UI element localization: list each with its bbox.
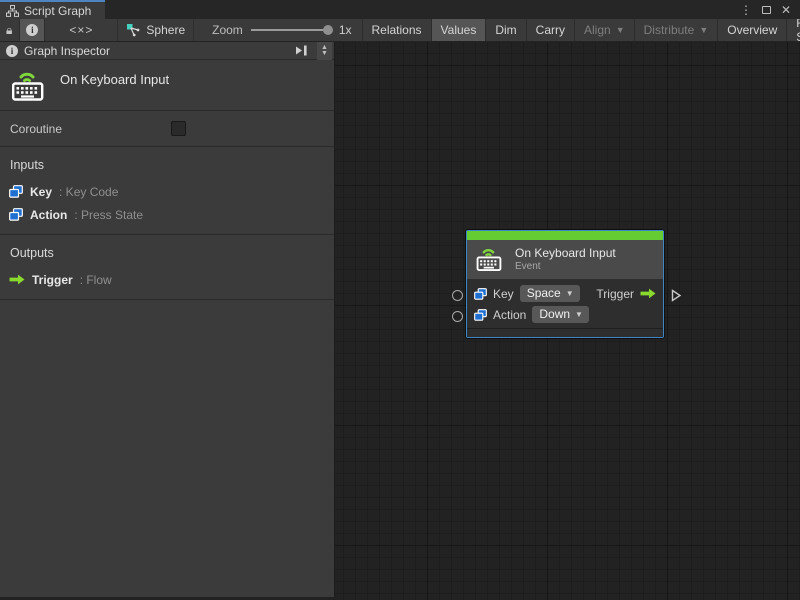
window-maximize-icon[interactable] — [758, 2, 774, 18]
output-name: Trigger — [32, 272, 73, 287]
inspector-spinner[interactable]: ▲ ▼ — [317, 41, 332, 60]
outputs-header: Outputs — [10, 246, 54, 260]
input-port-row-action: Action : Press State — [0, 203, 334, 226]
outputs-section: Outputs Trigger : Flow — [0, 235, 334, 300]
distribute-caret-icon: ▼ — [699, 25, 709, 35]
lock-button[interactable]: 🔒︎ — [0, 19, 21, 41]
zoom-label: Zoom — [212, 23, 243, 37]
node-header[interactable]: On Keyboard Input Event — [467, 240, 663, 279]
zoom-slider-handle[interactable] — [322, 25, 333, 35]
script-graph-icon — [6, 4, 19, 17]
graph-canvas[interactable]: On Keyboard Input Event Key Space ▼ Trig… — [335, 42, 800, 600]
graph-context-label: Sphere — [146, 23, 186, 37]
info-icon: i — [26, 24, 39, 36]
spinner-down-icon[interactable]: ▼ — [321, 50, 328, 57]
align-dropdown-button[interactable]: Align ▼ — [574, 19, 634, 41]
node-body: Key Space ▼ Trigger Action Down ▼ — [467, 279, 663, 328]
inputs-section: Inputs Key : Key Code Action : Press Sta… — [0, 147, 334, 235]
trigger-output: Trigger — [596, 287, 656, 301]
graph-inspector-panel: i Graph Inspector ▲ ▼ On Keyboard Input … — [0, 41, 335, 600]
window-controls: ⋮ ✕ — [738, 0, 800, 19]
node-footer — [467, 328, 663, 337]
trigger-flow-port[interactable] — [671, 289, 682, 302]
main-area: i Graph Inspector ▲ ▼ On Keyboard Input … — [0, 41, 800, 600]
overview-button[interactable]: Overview — [717, 19, 786, 41]
relations-button[interactable]: Relations — [361, 19, 431, 41]
key-input-port[interactable] — [452, 290, 463, 301]
carry-button[interactable]: Carry — [525, 19, 574, 41]
coroutine-checkbox[interactable] — [171, 121, 186, 136]
input-name: Key — [30, 184, 53, 199]
value-port-icon — [474, 287, 487, 300]
key-dropdown-caret-icon: ▼ — [565, 288, 574, 298]
inspector-empty-area — [0, 300, 334, 597]
inputs-header: Inputs — [10, 158, 45, 172]
key-dropdown-value: Space — [526, 286, 561, 300]
node-row-action: Action Down ▼ — [467, 304, 663, 325]
action-dropdown-caret-icon: ▼ — [575, 309, 583, 319]
input-type: : Press State — [74, 207, 144, 222]
graph-toolbar: 🔒︎ i <×> Sphere Zoom 1x Relations Values… — [0, 16, 800, 44]
values-button[interactable]: Values — [430, 19, 486, 41]
align-caret-icon: ▼ — [615, 25, 625, 35]
inspector-info-icon: i — [6, 44, 18, 57]
on-keyboard-input-node[interactable]: On Keyboard Input Event Key Space ▼ Trig… — [466, 230, 664, 338]
action-dropdown-value: Down — [539, 307, 571, 321]
code-icon: <×> — [69, 23, 94, 37]
node-title: On Keyboard Input — [515, 246, 616, 260]
flow-arrow-icon — [640, 288, 656, 299]
lock-icon: 🔒︎ — [6, 22, 14, 37]
align-label: Align — [584, 23, 611, 37]
trigger-label: Trigger — [596, 286, 634, 301]
output-type: : Flow — [79, 272, 112, 287]
unity-script-graph-window: Script Graph ⋮ ✕ 🔒︎ i <×> Sphere Zoom 1x… — [0, 0, 800, 600]
action-label: Action — [493, 307, 527, 322]
input-port-row-key: Key : Key Code — [0, 180, 334, 203]
value-port-icon — [9, 208, 23, 221]
node-accent-bar — [467, 231, 663, 240]
edit-graph-button[interactable]: <×> — [45, 19, 117, 41]
value-port-icon — [474, 308, 487, 321]
node-titles: On Keyboard Input Event — [515, 246, 616, 272]
window-menu-icon[interactable]: ⋮ — [738, 2, 754, 18]
key-label: Key — [493, 286, 514, 301]
inspector-node-header: On Keyboard Input — [0, 60, 334, 111]
tab-script-graph[interactable]: Script Graph — [0, 0, 106, 19]
toolbar-right-cluster: Relations Values Dim Carry Align ▼ Distr… — [361, 16, 800, 44]
zoom-value: 1x — [338, 23, 352, 37]
dock-panel-icon[interactable] — [295, 45, 308, 56]
value-port-icon — [9, 185, 23, 198]
window-close-icon[interactable]: ✕ — [778, 2, 794, 18]
dim-button[interactable]: Dim — [485, 19, 525, 41]
input-type: : Key Code — [59, 184, 119, 199]
keyboard-input-icon — [12, 72, 44, 101]
flow-arrow-icon — [9, 274, 25, 285]
inspector-toggle-button[interactable]: i — [20, 19, 46, 41]
tab-label: Script Graph — [24, 3, 92, 18]
action-input-port[interactable] — [452, 311, 463, 322]
inspector-titlebar: i Graph Inspector ▲ ▼ — [0, 41, 334, 60]
graph-pointer-icon — [127, 24, 140, 37]
graph-context-button[interactable]: Sphere — [117, 19, 195, 41]
node-row-key: Key Space ▼ Trigger — [467, 283, 663, 304]
fullscreen-button[interactable]: Full Screen — [786, 16, 800, 44]
coroutine-row: Coroutine — [0, 111, 334, 147]
zoom-control: Zoom 1x — [194, 19, 361, 41]
output-port-row-trigger: Trigger : Flow — [0, 268, 334, 291]
inspector-node-title: On Keyboard Input — [60, 72, 170, 87]
key-dropdown[interactable]: Space ▼ — [519, 285, 580, 302]
action-dropdown[interactable]: Down ▼ — [532, 306, 589, 323]
zoom-slider[interactable] — [250, 25, 333, 35]
distribute-label: Distribute — [643, 23, 695, 37]
tab-bar: Script Graph ⋮ ✕ — [0, 0, 800, 19]
distribute-dropdown-button[interactable]: Distribute ▼ — [633, 19, 718, 41]
inspector-title: Graph Inspector — [24, 43, 111, 58]
node-subtitle: Event — [515, 261, 541, 272]
input-name: Action — [30, 207, 68, 222]
coroutine-label: Coroutine — [10, 121, 63, 136]
keyboard-input-icon — [476, 248, 502, 271]
